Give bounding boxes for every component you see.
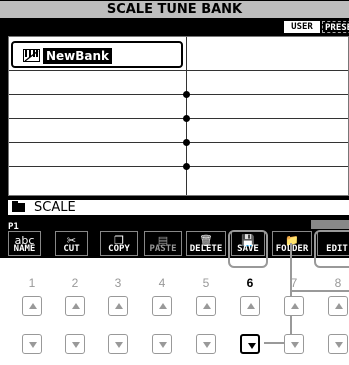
button-5-up[interactable]	[196, 296, 216, 316]
button-8-up[interactable]	[328, 296, 348, 316]
button-1-down[interactable]	[22, 334, 42, 354]
button-number: 8	[334, 276, 342, 290]
down-arrow-icon	[248, 343, 256, 349]
button-3-up[interactable]	[108, 296, 128, 316]
folder-button[interactable]: 📁 FOLDER	[272, 231, 312, 256]
button-number: 5	[202, 276, 210, 290]
up-arrow-icon	[247, 303, 255, 309]
keyboard-icon	[23, 49, 40, 62]
up-tab[interactable]	[311, 220, 349, 229]
file-grid: NewBank	[8, 36, 349, 196]
grid-dot	[183, 115, 190, 122]
grid-divider	[9, 118, 348, 119]
grid-divider	[9, 142, 348, 143]
up-arrow-icon	[72, 303, 80, 309]
button-4-down[interactable]	[152, 334, 172, 354]
down-arrow-icon	[203, 342, 211, 348]
down-arrow-icon	[72, 342, 80, 348]
grid-divider	[9, 94, 348, 95]
button-number: 4	[158, 276, 166, 290]
button-number: 7	[290, 276, 298, 290]
name-button[interactable]: abc NAME	[8, 231, 41, 256]
folder-path-label: SCALE	[34, 200, 76, 215]
folder-path-bar: SCALE	[8, 200, 349, 215]
button-7-up[interactable]	[284, 296, 304, 316]
function-label: PASTE	[149, 244, 177, 254]
save-callout	[228, 230, 268, 268]
copy-button[interactable]: ❐ COPY	[100, 231, 138, 256]
button-number: 2	[71, 276, 79, 290]
button-1-up[interactable]	[22, 296, 42, 316]
button-number-active: 6	[246, 276, 254, 290]
down-arrow-icon	[29, 342, 37, 348]
up-arrow-icon	[291, 303, 299, 309]
button-8-down[interactable]	[328, 334, 348, 354]
tab-preset[interactable]: PRESET	[322, 21, 349, 33]
tab-user[interactable]: USER	[284, 21, 320, 33]
bank-name: NewBank	[43, 48, 113, 64]
button-2-up[interactable]	[65, 296, 85, 316]
button-4-up[interactable]	[152, 296, 172, 316]
grid-divider	[9, 166, 348, 167]
callout-line	[290, 290, 349, 292]
grid-dot	[183, 163, 190, 170]
down-arrow-icon	[159, 342, 167, 348]
function-label: FOLDER	[273, 244, 311, 254]
lcd-screen: SCALE TUNE BANK USER PRESET NewBank SCAL…	[0, 0, 349, 258]
button-number: 1	[28, 276, 36, 290]
button-2-down[interactable]	[65, 334, 85, 354]
grid-dot	[183, 91, 190, 98]
down-arrow-icon	[335, 342, 343, 348]
button-7-down[interactable]	[284, 334, 304, 354]
button-3-down[interactable]	[108, 334, 128, 354]
edit-callout	[314, 230, 349, 268]
paste-button[interactable]: ▤ PASTE	[144, 231, 182, 256]
button-5-down[interactable]	[196, 334, 216, 354]
grid-dot	[183, 139, 190, 146]
button-number: 3	[114, 276, 122, 290]
down-arrow-icon	[115, 342, 123, 348]
function-label: DELETE	[189, 244, 223, 254]
screen-title: SCALE TUNE BANK	[0, 1, 349, 18]
delete-button[interactable]: 🗑 DELETE	[186, 231, 226, 256]
up-arrow-icon	[335, 303, 343, 309]
button-6-up[interactable]	[240, 296, 260, 316]
up-arrow-icon	[159, 303, 167, 309]
up-arrow-icon	[203, 303, 211, 309]
grid-divider	[9, 70, 348, 71]
up-arrow-icon	[115, 303, 123, 309]
button-6-down-active[interactable]	[240, 334, 260, 354]
callout-line	[290, 243, 292, 343]
up-arrow-icon	[29, 303, 37, 309]
file-item-selected[interactable]: NewBank	[11, 41, 183, 68]
folder-icon	[12, 201, 25, 212]
function-label: NAME	[13, 244, 36, 254]
cut-button[interactable]: ✂ CUT	[55, 231, 88, 256]
down-arrow-icon	[291, 342, 299, 348]
function-label: COPY	[108, 244, 130, 254]
function-label: CUT	[63, 244, 80, 254]
